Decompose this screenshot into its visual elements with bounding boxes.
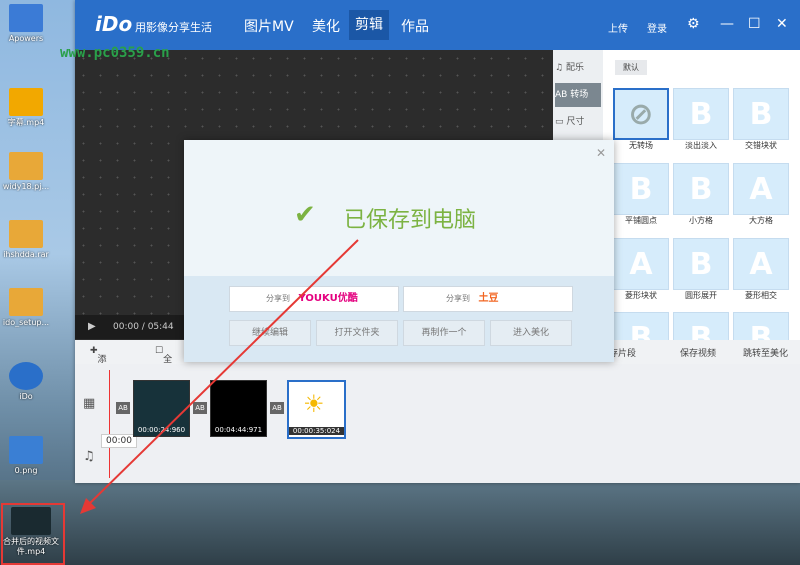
annotation-arrow: [87, 239, 359, 506]
annotation-arrows: [80, 239, 359, 514]
